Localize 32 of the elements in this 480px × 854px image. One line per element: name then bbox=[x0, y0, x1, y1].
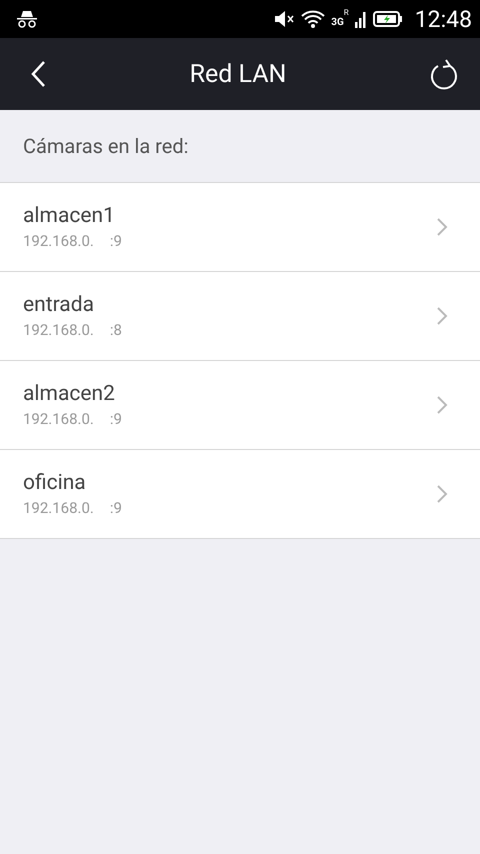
chevron-right-icon bbox=[436, 484, 448, 504]
chevron-right-icon bbox=[436, 306, 448, 326]
camera-list-item[interactable]: oficina 192.168.0. :9 bbox=[0, 450, 480, 539]
camera-list-item[interactable]: entrada 192.168.0. :8 bbox=[0, 272, 480, 361]
refresh-icon[interactable] bbox=[430, 58, 460, 90]
battery-charging-icon bbox=[372, 10, 403, 28]
network-type: 3G bbox=[331, 16, 344, 28]
chevron-right-icon bbox=[436, 395, 448, 415]
camera-list-item[interactable]: almacen1 192.168.0. :9 bbox=[0, 183, 480, 272]
screen-title: Red LAN bbox=[190, 60, 286, 88]
clock: 12:48 bbox=[414, 6, 472, 32]
wifi-icon bbox=[301, 10, 326, 28]
roaming-indicator: R bbox=[344, 8, 349, 16]
camera-name: almacen2 bbox=[23, 382, 116, 406]
camera-list-item[interactable]: almacen2 192.168.0. :9 bbox=[0, 361, 480, 450]
camera-name: oficina bbox=[23, 471, 87, 495]
signal-icon bbox=[354, 10, 367, 28]
camera-port: :9 bbox=[110, 232, 122, 250]
camera-address: 192.168.0. bbox=[23, 232, 94, 250]
chevron-right-icon bbox=[436, 217, 448, 237]
back-icon[interactable] bbox=[30, 60, 46, 88]
camera-address: 192.168.0. bbox=[23, 499, 94, 517]
camera-port: :9 bbox=[110, 410, 122, 428]
camera-port: :8 bbox=[110, 321, 122, 339]
camera-name: almacen1 bbox=[23, 204, 116, 228]
camera-address: 192.168.0. bbox=[23, 410, 94, 428]
section-title: Cámaras en la red: bbox=[23, 134, 188, 158]
camera-name: entrada bbox=[23, 293, 95, 317]
mute-icon bbox=[275, 11, 296, 27]
incognito-icon bbox=[16, 10, 38, 28]
camera-port: :9 bbox=[110, 499, 122, 517]
camera-address: 192.168.0. bbox=[23, 321, 94, 339]
